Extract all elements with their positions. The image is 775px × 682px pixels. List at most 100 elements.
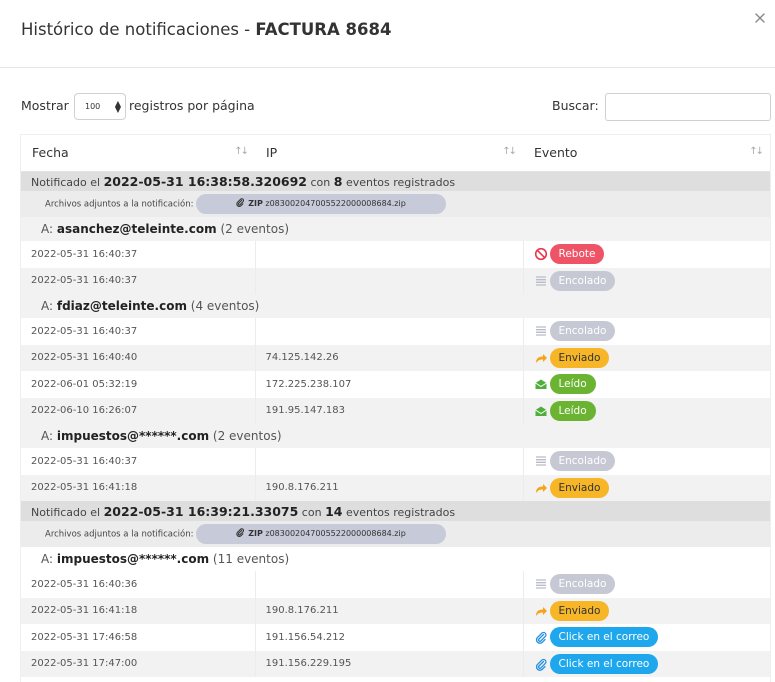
count-suffix: eventos registrados <box>342 505 456 519</box>
event-ip <box>255 267 524 294</box>
recipient-event-count: (11 eventos) <box>212 552 290 566</box>
notifications-history-modal: Histórico de notificaciones - FACTURA 86… <box>0 0 775 682</box>
event-cell: Encolado <box>523 267 770 294</box>
forward-arrow-icon <box>534 604 548 618</box>
recipient-event-count: (2 eventos) <box>212 429 282 443</box>
forward-arrow-icon <box>534 481 548 495</box>
queue-lines-icon <box>534 454 548 468</box>
paperclip-icon <box>534 630 548 645</box>
event-date: 2022-05-31 17:46:58 <box>21 624 256 651</box>
column-header-label: Fecha <box>32 145 69 161</box>
event-date: 2022-05-31 16:40:36 <box>21 571 256 598</box>
event-date: 2022-05-31 16:41:18 <box>21 474 256 501</box>
zip-attachment-link[interactable]: ZIP z083002047005522000008684.zip <box>195 524 446 544</box>
event-cell: Click en el correo <box>523 650 770 677</box>
event-date: 2022-05-31 17:47:00 <box>21 650 256 677</box>
search-input[interactable] <box>605 93 771 121</box>
modal-title: Histórico de notificaciones - FACTURA 86… <box>21 20 391 39</box>
event-status-badge: Encolado <box>549 574 616 595</box>
table-row: 2022-05-31 16:40:37 Encolado <box>21 318 770 345</box>
recipient-event-count: (2 eventos) <box>220 222 290 236</box>
event-date: 2022-06-10 16:26:07 <box>21 397 256 424</box>
recipient-email: fdiaz@teleinte.com <box>56 299 187 313</box>
table-row: 2022-06-01 05:32:19 172.225.238.107 Leído <box>21 371 770 398</box>
close-icon[interactable] <box>752 10 768 26</box>
table-row: 2022-05-31 16:41:18 190.8.176.211 Enviado <box>21 474 770 501</box>
event-cell: Rebote <box>523 241 770 268</box>
event-ip: 190.8.176.211 <box>255 597 524 624</box>
notified-datetime: 2022-05-31 16:38:58.320692 <box>103 173 308 189</box>
event-date: 2022-05-31 16:40:40 <box>21 344 256 371</box>
event-cell: Enviado <box>523 474 770 501</box>
event-date: 2022-05-31 16:40:37 <box>21 448 256 475</box>
attachments-row: Archivos adjuntos a la notificación: ZIP … <box>21 521 770 547</box>
notified-prefix: Notificado el <box>31 175 104 189</box>
zip-attachment-link[interactable]: ZIP z083002047005522000008684.zip <box>195 194 446 214</box>
count-prefix: con <box>307 175 334 189</box>
event-date: 2022-05-31 16:40:37 <box>21 241 256 268</box>
column-header-evento[interactable]: Evento ↑↓ <box>523 135 770 172</box>
event-cell: Leído <box>523 397 770 424</box>
sort-icon: ↑↓ <box>502 146 517 157</box>
recipient-prefix: A: <box>41 299 57 313</box>
event-status-badge: Encolado <box>549 321 616 342</box>
queue-lines-icon <box>534 577 548 591</box>
recipient-row: A: asanchez@teleinte.com (2 eventos) <box>21 217 770 241</box>
queue-lines-icon <box>534 324 548 338</box>
paperclip-icon <box>235 525 245 537</box>
event-cell: Enviado <box>523 344 770 371</box>
event-ip: 172.225.238.107 <box>255 371 524 398</box>
page-length-value: 100 <box>85 102 101 111</box>
column-header-label: Evento <box>534 145 578 161</box>
recipient-email: asanchez@teleinte.com <box>56 222 217 236</box>
search-label: Buscar: <box>552 98 599 113</box>
modal-title-document: FACTURA 8684 <box>255 20 392 39</box>
column-header-label: IP <box>266 145 278 161</box>
sort-icon: ↑↓ <box>234 146 249 157</box>
records-per-page-label: registros por página <box>129 98 255 113</box>
event-ip: 191.156.54.212 <box>255 624 524 651</box>
recipient-event-count: (4 eventos) <box>190 299 260 313</box>
count-prefix: con <box>298 505 326 519</box>
select-arrows-icon: ▲ ▼ <box>114 99 121 114</box>
event-status-badge: Leído <box>549 374 596 395</box>
notification-group-row: Notificado el 2022-05-31 16:38:58.320692… <box>21 171 770 191</box>
modal-title-prefix: Histórico de notificaciones - <box>21 20 256 39</box>
table-row: 2022-05-31 17:46:58 191.156.54.212 Click e… <box>21 624 770 651</box>
event-status-badge: Enviado <box>549 600 610 621</box>
table-row: 2022-05-31 16:40:37 Rebote <box>21 241 770 268</box>
modal-header: Histórico de notificaciones - FACTURA 86… <box>0 0 775 68</box>
attachments-row: Archivos adjuntos a la notificación: ZIP … <box>21 191 770 217</box>
page-length-select[interactable]: 100 ▲ ▼ <box>74 93 126 120</box>
zip-filename: z083002047005522000008684.zip <box>265 199 406 208</box>
zip-tag: ZIP <box>248 529 263 538</box>
event-cell: Encolado <box>523 571 770 598</box>
event-status-badge: Click en el correo <box>549 627 659 648</box>
event-status-badge: Encolado <box>549 270 616 291</box>
event-ip <box>255 448 524 475</box>
event-date: 2022-05-31 16:40:37 <box>21 318 256 345</box>
notified-prefix: Notificado el <box>31 505 104 519</box>
column-header-fecha[interactable]: Fecha ↑↓ <box>21 135 255 172</box>
event-status-badge: Enviado <box>549 477 610 498</box>
blocked-icon <box>534 247 548 261</box>
event-cell: Leído <box>523 371 770 398</box>
event-status-badge: Enviado <box>549 347 610 368</box>
recipient-prefix: A: <box>41 222 57 236</box>
event-cell: Encolado <box>523 448 770 475</box>
count-suffix: eventos registrados <box>342 175 456 189</box>
table-header-row: Fecha ↑↓ IP ↑↓ Evento ↑↓ <box>21 135 770 172</box>
recipient-email: impuestos@******.com <box>56 429 210 443</box>
attachments-label: Archivos adjuntos a la notificación: <box>45 529 194 540</box>
notification-group-row: Notificado el 2022-05-31 16:39:21.33075 … <box>21 501 770 521</box>
recipient-row: A: fdiaz@teleinte.com (4 eventos) <box>21 294 770 318</box>
recipient-prefix: A: <box>41 552 57 566</box>
event-date: 2022-06-01 05:32:19 <box>21 371 256 398</box>
recipient-email: impuestos@******.com <box>56 552 210 566</box>
event-status-badge: Rebote <box>549 244 605 265</box>
event-status-badge: Click en el correo <box>549 653 659 674</box>
open-envelope-icon <box>534 404 548 418</box>
column-header-ip[interactable]: IP ↑↓ <box>255 135 523 172</box>
event-date: 2022-05-31 16:40:37 <box>21 267 256 294</box>
recipient-row: A: impuestos@******.com (2 eventos) <box>21 424 770 448</box>
